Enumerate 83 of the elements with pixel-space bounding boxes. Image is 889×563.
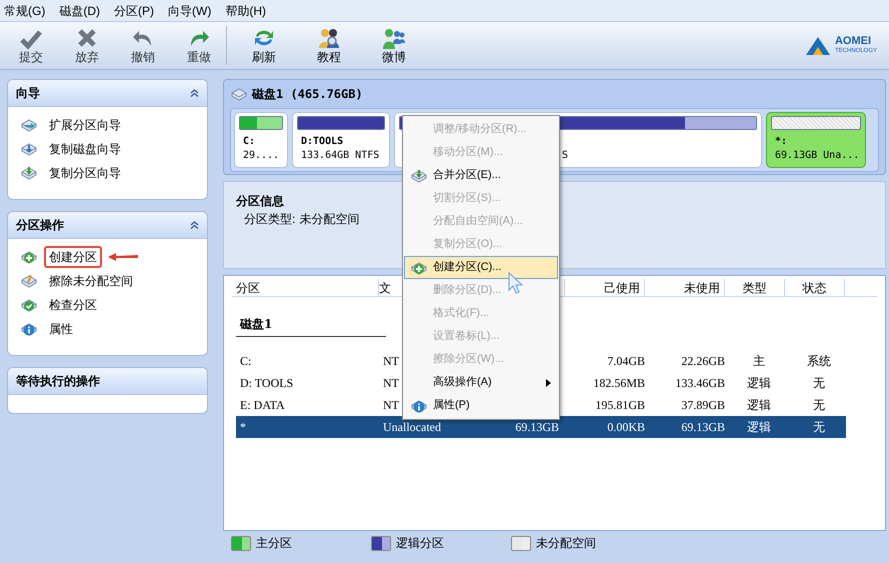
submenu-arrow-icon: [546, 378, 551, 386]
menu-item[interactable]: 分区(P): [114, 2, 154, 20]
table-cell: NT: [383, 376, 399, 390]
panel-title: 向导: [16, 85, 40, 102]
table-cell: 133.46GB: [675, 376, 725, 390]
table-cell: 22.26GB: [681, 354, 725, 368]
annotation-arrow: [108, 253, 138, 261]
disk-title: 磁盘1 (465.76GB): [252, 86, 363, 103]
table-cell: NT: [383, 398, 399, 412]
sidebar-item[interactable]: 属性: [44, 318, 78, 340]
legend-swatch: [231, 536, 251, 550]
people-icon: [382, 26, 406, 50]
menu-item[interactable]: 常规(G): [4, 2, 46, 20]
column-header[interactable]: 状态: [802, 281, 826, 295]
table-cell: 无: [813, 420, 825, 434]
sidebar-item[interactable]: 检查分区: [44, 294, 102, 316]
legend-swatch: [371, 536, 391, 550]
partition-card[interactable]: D:TOOLS 133.64GB NTFS: [292, 112, 390, 168]
column-header[interactable]: 未使用: [684, 281, 720, 295]
sidebar-item[interactable]: 擦除未分配空间: [44, 270, 138, 292]
legend-label: 主分区: [256, 535, 292, 552]
toolbar-button[interactable]: 教程: [306, 26, 352, 65]
table-cell: 195.81GB: [595, 398, 645, 412]
table-cell: E: DATA: [240, 398, 285, 412]
partition-name: *:: [775, 135, 788, 149]
sidebar-item[interactable]: 扩展分区向导: [44, 114, 126, 136]
menu-item[interactable]: 高级操作(A): [404, 371, 558, 394]
panel-title: 等待执行的操作: [16, 373, 100, 390]
partition-name: C:: [243, 135, 256, 149]
toolbar-button[interactable]: 刷新: [241, 26, 287, 65]
table-cell: Unallocated: [383, 420, 441, 434]
info-value: 未分配空间: [299, 211, 360, 228]
partition-info: 29....: [243, 149, 280, 163]
table-cell: 69.13GB: [515, 420, 559, 434]
table-cell: 系统: [807, 354, 831, 368]
sidebar-item[interactable]: 复制磁盘向导: [44, 138, 126, 160]
toolbar-button[interactable]: 微博: [371, 26, 417, 65]
table-cell: 0.00KB: [607, 420, 645, 434]
disk-group-label: 磁盘1: [238, 317, 272, 331]
menu-item[interactable]: 向导(W): [168, 2, 212, 20]
table-cell: 主: [753, 354, 765, 368]
sidebar-item[interactable]: 复制分区向导: [44, 162, 126, 184]
table-cell: 无: [813, 376, 825, 390]
menu-item[interactable]: 属性(P): [404, 394, 558, 417]
legend-label: 逻辑分区: [396, 535, 444, 552]
table-row[interactable]: * Unallocated 69.13GB 0.00KB 69.13GB 逻辑 无: [236, 416, 846, 438]
table-cell: 69.13GB: [681, 420, 725, 434]
menu-item[interactable]: 磁盘(D): [59, 2, 100, 20]
partition-info: 69.13GB Una...: [775, 149, 860, 163]
menu-item[interactable]: 帮助(H): [225, 2, 266, 20]
partition-info: 133.64GB NTFS: [301, 149, 380, 163]
logo-name: AOMEI: [834, 36, 872, 46]
table-cell: 无: [813, 398, 825, 412]
logo-icon: [804, 36, 831, 56]
table-cell: 7.04GB: [607, 354, 645, 368]
cursor-icon: [508, 272, 524, 294]
column-header[interactable]: 己使用: [604, 281, 640, 295]
people-icon: [317, 26, 341, 50]
info-title: 分区信息: [236, 193, 284, 210]
column-header[interactable]: 类型: [742, 281, 766, 295]
legend-label: 未分配空间: [536, 535, 596, 552]
collapse-icon[interactable]: [190, 89, 199, 97]
table-cell: 逻辑: [747, 420, 771, 434]
table-cell: *: [240, 420, 246, 434]
partition-name: D:TOOLS: [301, 135, 344, 149]
partition-info: S: [562, 149, 570, 163]
table-cell: 182.56MB: [593, 376, 645, 390]
column-header[interactable]: 分区: [236, 281, 260, 295]
table-cell: 逻辑: [747, 398, 771, 412]
panel-title: 分区操作: [16, 217, 64, 234]
table-cell: NT: [383, 354, 399, 368]
table-cell: 逻辑: [747, 376, 771, 390]
partition-card[interactable]: *: 69.13GB Una...: [766, 112, 866, 168]
partition-card[interactable]: C: 29....: [234, 112, 288, 168]
info-label: 分区类型:: [244, 211, 296, 228]
legend-swatch: [511, 536, 531, 550]
menu-item[interactable]: 创建分区(C)...: [404, 256, 558, 279]
table-cell: C:: [240, 354, 252, 368]
collapse-icon[interactable]: [190, 221, 199, 229]
table-cell: D: TOOLS: [240, 376, 294, 390]
table-cell: 37.89GB: [681, 398, 725, 412]
sidebar-item[interactable]: 创建分区: [44, 246, 102, 268]
column-header[interactable]: 文: [379, 281, 391, 295]
